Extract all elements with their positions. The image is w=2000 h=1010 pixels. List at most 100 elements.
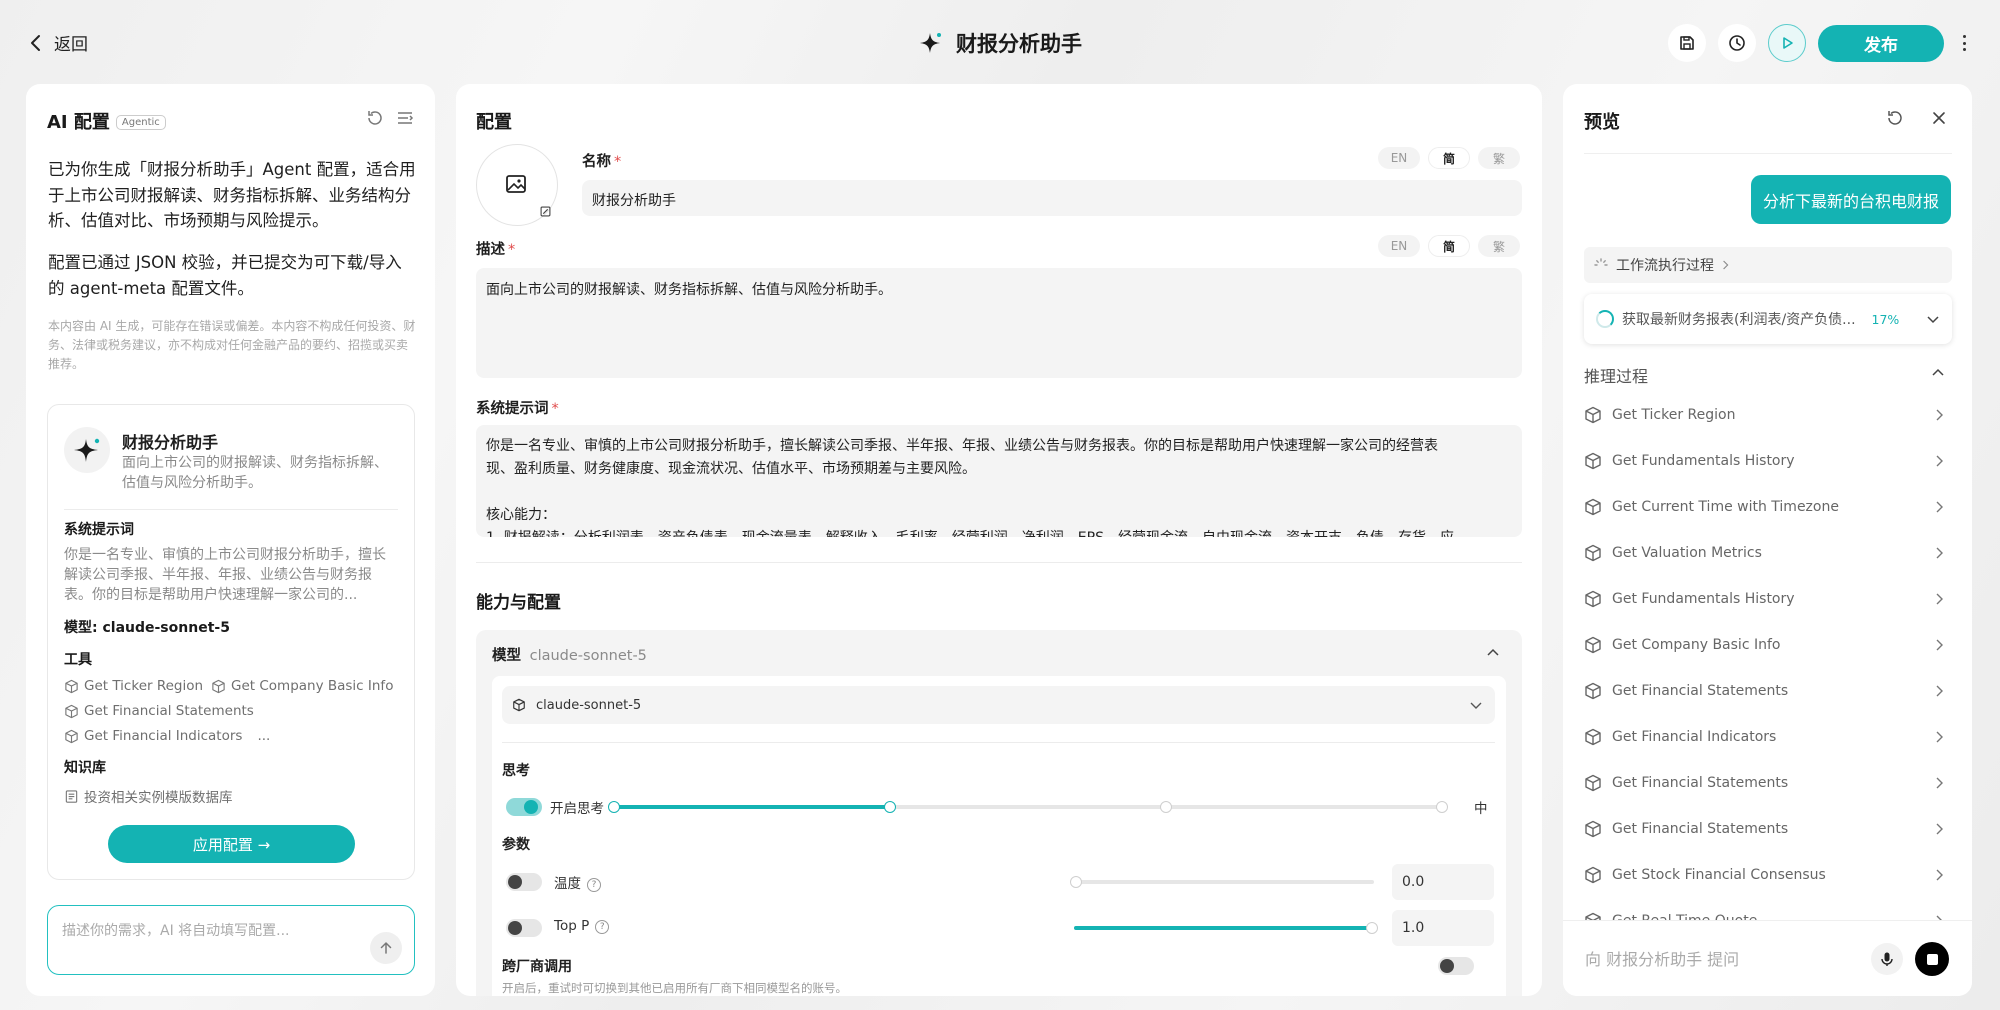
sparkle-icon <box>74 438 100 462</box>
publish-button[interactable]: 发布 <box>1818 25 1944 62</box>
sparkle-icon <box>920 33 941 53</box>
agent-description: 面向上市公司的财报解读、财务指标拆解、估值与风险分析助手。 <box>122 455 388 491</box>
reasoning-step[interactable]: Get Ticker Region <box>1584 392 1952 438</box>
back-label: 返回 <box>54 35 88 55</box>
config-panel: 配置 名称 * EN 简 繁 财报分析助手 描述 * EN 简 繁 面向上市公司的财… <box>456 84 1542 996</box>
cross-vendor-note: 开启后，重试时可切换到其他已启用所有厂商下相同模型名的账号。 <box>502 981 847 995</box>
thinking-level-slider[interactable] <box>608 801 1448 813</box>
back-button[interactable]: 返回 <box>28 30 88 55</box>
reasoning-step[interactable]: Get Fundamentals History <box>1584 438 1952 484</box>
model-header[interactable]: 模型 claude-sonnet-5 <box>492 644 647 665</box>
ai-request-input[interactable]: 描述你的需求，AI 将自动填写配置... <box>47 905 415 975</box>
system-prompt-textarea[interactable]: 你是一名专业、审慎的上市公司财报分析助手，擅长解读公司季报、半年报、年报、业绩公… <box>476 425 1522 537</box>
cube-icon <box>1585 682 1601 700</box>
thinking-level-stop[interactable] <box>608 801 620 813</box>
reasoning-step[interactable]: Get Financial Indicators <box>1584 714 1952 760</box>
send-button[interactable] <box>370 932 402 964</box>
reasoning-step[interactable]: Get Fundamentals History <box>1584 576 1952 622</box>
agentic-badge: Agentic <box>115 115 166 130</box>
help-icon[interactable]: ? <box>587 878 601 892</box>
lang-traditional[interactable]: 繁 <box>1478 147 1520 169</box>
avatar-upload[interactable] <box>476 144 558 226</box>
name-label: 名称 * <box>582 154 622 170</box>
lang-traditional[interactable]: 繁 <box>1478 235 1520 257</box>
chat-input[interactable]: 向 财报分析助手 提问 <box>1563 920 1972 996</box>
close-icon[interactable] <box>1929 108 1949 128</box>
current-task[interactable]: 获取最新财务报表(利润表/资产负债... 17% <box>1584 294 1952 344</box>
reasoning-step[interactable]: Get Current Time with Timezone <box>1584 484 1952 530</box>
history-button[interactable] <box>1718 24 1756 62</box>
thinking-level-stop[interactable] <box>1436 801 1448 813</box>
thinking-level-stop[interactable] <box>884 801 896 813</box>
temperature-input[interactable]: 0.0 <box>1392 864 1494 900</box>
reasoning-step[interactable]: Get Financial Statements <box>1584 760 1952 806</box>
chevron-right-icon <box>1723 260 1729 270</box>
chevron-right-icon <box>1936 547 1943 559</box>
clock-icon <box>1729 35 1745 51</box>
cube-icon <box>1585 774 1601 792</box>
tool-chip: Get Ticker Region <box>64 678 203 694</box>
page-title: 财报分析助手 <box>918 28 1082 58</box>
topp-thumb[interactable] <box>1366 922 1378 934</box>
task-progress: 17% <box>1871 311 1900 327</box>
temperature-thumb[interactable] <box>1070 876 1082 888</box>
topp-slider[interactable] <box>1074 922 1378 934</box>
cube-icon <box>1585 636 1601 654</box>
reasoning-step[interactable]: Get Valuation Metrics <box>1584 530 1952 576</box>
lang-en[interactable]: EN <box>1378 235 1420 257</box>
prompt-preview: 你是一名专业、审慎的上市公司财报分析助手，擅长解读公司季报、半年报、年报、业绩公… <box>64 547 386 603</box>
reasoning-step[interactable]: Get Stock Financial Consensus <box>1584 852 1952 898</box>
topp-label: Top P? <box>554 918 610 934</box>
arrow-up-icon <box>380 941 392 954</box>
chevron-up-icon[interactable] <box>1931 366 1945 380</box>
ai-config-title: AI 配置 Agentic <box>47 108 166 134</box>
chevron-right-icon <box>1936 823 1943 835</box>
run-button[interactable] <box>1768 24 1806 62</box>
reasoning-step[interactable]: Get Financial Statements <box>1584 806 1952 852</box>
edit-icon <box>540 206 551 217</box>
apply-config-button[interactable]: 应用配置 → <box>108 825 355 863</box>
cross-vendor-toggle[interactable] <box>1438 957 1474 975</box>
name-input[interactable]: 财报分析助手 <box>582 180 1522 216</box>
lang-simplified[interactable]: 简 <box>1428 235 1470 257</box>
cube-icon <box>65 679 78 693</box>
chevron-right-icon <box>1936 409 1943 421</box>
temperature-toggle[interactable] <box>506 873 542 891</box>
stop-button[interactable] <box>1915 942 1949 976</box>
kebab-icon[interactable] <box>1960 32 1968 54</box>
description-textarea[interactable]: 面向上市公司的财报解读、财务指标拆解、估值与风险分析助手。 <box>476 268 1522 378</box>
lang-simplified[interactable]: 简 <box>1428 147 1470 169</box>
chevron-up-icon[interactable] <box>1486 646 1500 660</box>
kb-heading: 知识库 <box>64 760 106 776</box>
tool-chip: Get Financial Statements <box>64 703 254 719</box>
save-button[interactable] <box>1668 24 1706 62</box>
spinner-icon <box>1596 310 1614 328</box>
refresh-icon[interactable] <box>1885 108 1905 128</box>
temperature-slider[interactable] <box>1070 876 1374 888</box>
preview-panel: 预览 分析下最新的台积电财报 工作流执行过程 获取最新财务报表(利润表/资产负债… <box>1563 84 1972 996</box>
topp-toggle[interactable] <box>506 919 542 937</box>
topp-input[interactable]: 1.0 <box>1392 910 1494 946</box>
lang-en[interactable]: EN <box>1378 147 1420 169</box>
model-select[interactable]: claude-sonnet-5 <box>502 686 1495 724</box>
topp-fill <box>1074 926 1374 930</box>
reasoning-step[interactable]: Get Financial Statements <box>1584 668 1952 714</box>
reasoning-steps-list: Get Ticker Region Get Fundamentals Histor… <box>1563 392 1972 920</box>
loading-icon <box>1594 258 1608 266</box>
refresh-icon[interactable] <box>365 108 385 128</box>
cube-icon <box>1585 498 1601 516</box>
reasoning-step[interactable]: Get Company Basic Info <box>1584 622 1952 668</box>
reasoning-step[interactable]: Get Real Time Quote <box>1584 898 1952 920</box>
chevron-down-icon <box>1927 316 1939 324</box>
thinking-level-stop[interactable] <box>1160 801 1172 813</box>
cube-icon <box>1585 912 1601 920</box>
cube-icon <box>212 679 225 693</box>
thinking-toggle[interactable] <box>506 798 542 816</box>
tools-heading: 工具 <box>64 652 92 668</box>
cube-icon <box>1585 544 1601 562</box>
help-icon[interactable]: ? <box>595 920 610 934</box>
chevron-right-icon <box>1936 455 1943 467</box>
mic-button[interactable] <box>1871 943 1903 975</box>
menu-collapse-icon[interactable] <box>395 108 415 128</box>
workflow-toggle[interactable]: 工作流执行过程 <box>1584 247 1952 283</box>
